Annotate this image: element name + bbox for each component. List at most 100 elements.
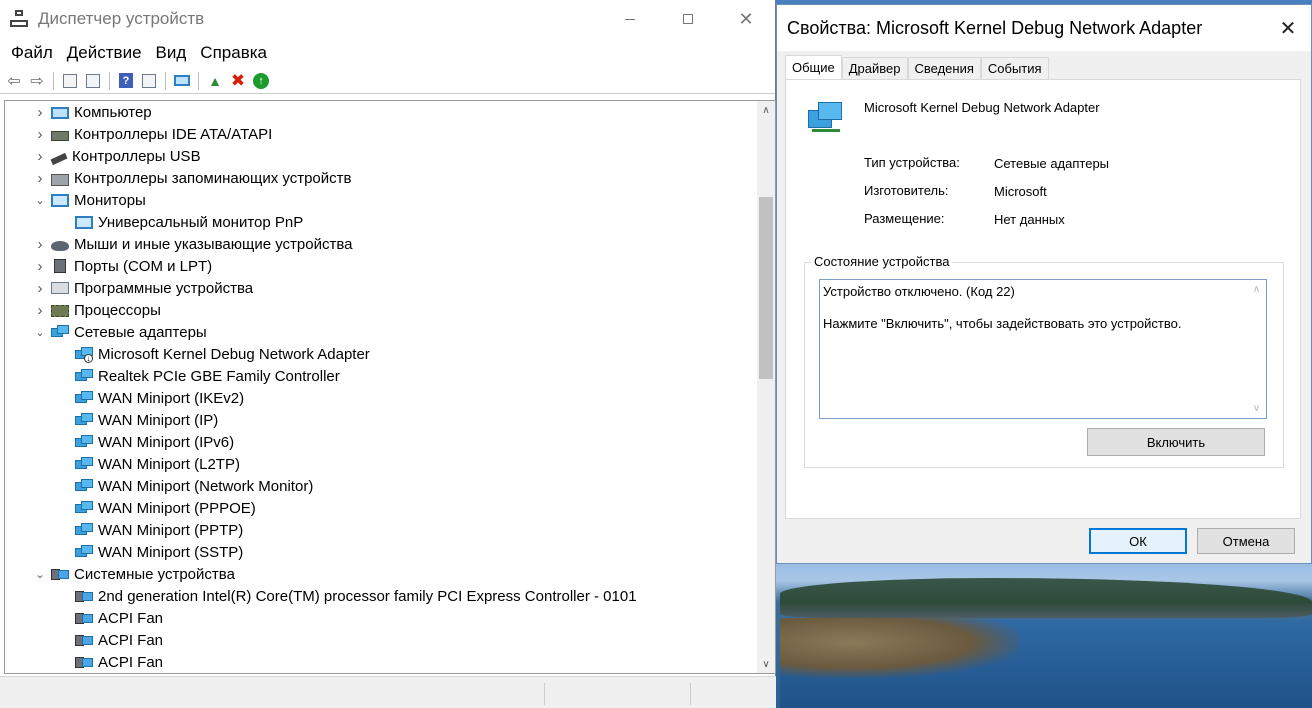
tree-device[interactable]: ACPI Fan <box>5 651 757 673</box>
enable-device-button[interactable]: ↑ <box>251 71 271 91</box>
tree-device[interactable]: WAN Miniport (IKEv2) <box>5 387 757 409</box>
chevron-down-icon[interactable]: ⌄ <box>33 567 47 581</box>
device-type-value: Сетевые адаптеры <box>994 156 1110 171</box>
tree-category[interactable]: ⌄ Системные устройства <box>5 563 757 585</box>
tree-category[interactable]: ⌄ Сетевые адаптеры <box>5 321 757 343</box>
maximize-button[interactable] <box>659 0 717 38</box>
console-tree-icon <box>63 73 77 88</box>
tree-item-label: 2nd generation Intel(R) Core(TM) process… <box>98 587 637 605</box>
tree-device[interactable]: 2nd generation Intel(R) Core(TM) process… <box>5 585 757 607</box>
view-button[interactable] <box>139 71 159 91</box>
tree-item-label: ACPI Fan <box>98 653 164 671</box>
tree-category[interactable]: › Порты (COM и LPT) <box>5 255 757 277</box>
scroll-thumb[interactable] <box>759 197 773 379</box>
tab-events[interactable]: События <box>980 57 1049 79</box>
tree-device[interactable]: ↓ Microsoft Kernel Debug Network Adapter <box>5 343 757 365</box>
menu-view[interactable]: Вид <box>149 43 194 63</box>
tree-item-label: Порты (COM и LPT) <box>74 257 213 275</box>
tree-device[interactable]: Универсальный монитор PnP <box>5 211 757 233</box>
help-button[interactable]: ? <box>116 71 136 91</box>
ok-button[interactable]: ОК <box>1089 528 1187 554</box>
tree-device[interactable]: WAN Miniport (L2TP) <box>5 453 757 475</box>
software-device-icon <box>51 282 69 294</box>
scroll-down-icon[interactable]: ∨ <box>757 655 775 673</box>
tree-item-label: WAN Miniport (IP) <box>98 411 219 429</box>
tree-device[interactable]: Realtek PCIe GBE Family Controller <box>5 365 757 387</box>
tree-category[interactable]: › Компьютер <box>5 101 757 123</box>
dialog-titlebar[interactable]: Свойства: Microsoft Kernel Debug Network… <box>777 5 1311 51</box>
scroll-up-icon[interactable]: ∧ <box>757 101 775 119</box>
chevron-right-icon[interactable]: › <box>33 170 47 187</box>
tree-category[interactable]: ⌄ Мониторы <box>5 189 757 211</box>
tree-device[interactable]: ACPI Fan <box>5 629 757 651</box>
chevron-right-icon[interactable]: › <box>33 236 47 253</box>
tree-category[interactable]: › Процессоры <box>5 299 757 321</box>
dialog-close-icon[interactable]: ✕ <box>1265 16 1311 41</box>
tree-category[interactable]: › Контроллеры запоминающих устройств <box>5 167 757 189</box>
scroll-up-icon[interactable]: ∧ <box>1248 281 1265 298</box>
minimize-button[interactable] <box>601 0 659 38</box>
chevron-right-icon[interactable]: › <box>33 280 47 297</box>
tree-item-label: Универсальный монитор PnP <box>98 213 304 231</box>
tree-item-label: WAN Miniport (IKEv2) <box>98 389 245 407</box>
tree-item-label: Сетевые адаптеры <box>74 323 207 341</box>
toolbar-separator <box>198 71 199 90</box>
uninstall-device-button[interactable]: ✖ <box>228 71 248 91</box>
forward-button[interactable]: ⇨ <box>27 71 47 91</box>
storage-controller-icon <box>51 173 69 186</box>
chevron-down-icon[interactable]: ⌄ <box>33 325 47 339</box>
chevron-right-icon[interactable]: › <box>33 302 47 319</box>
close-button[interactable]: ✕ <box>717 0 775 38</box>
tree-device[interactable]: WAN Miniport (SSTP) <box>5 541 757 563</box>
minimize-icon <box>625 18 635 20</box>
tree-category[interactable]: › Контроллеры IDE ATA/ATAPI <box>5 123 757 145</box>
chevron-right-icon[interactable]: › <box>33 104 47 121</box>
usb-icon <box>50 152 68 166</box>
tree-item-label: WAN Miniport (PPTP) <box>98 521 244 539</box>
menu-action[interactable]: Действие <box>60 43 149 63</box>
vertical-scrollbar[interactable]: ∧ ∨ <box>757 101 775 673</box>
tree-item-label: WAN Miniport (SSTP) <box>98 543 244 561</box>
scroll-down-icon[interactable]: ∨ <box>1248 400 1265 417</box>
tree-item-label: WAN Miniport (PPPOE) <box>98 499 256 517</box>
menu-file[interactable]: Файл <box>4 43 60 63</box>
monitor-scan-icon <box>174 75 190 86</box>
device-status-textbox[interactable]: Устройство отключено. (Код 22) Нажмите "… <box>819 279 1267 419</box>
show-hide-tree-button[interactable] <box>60 71 80 91</box>
dialog-tabs: Общие Драйвер Сведения События <box>785 55 1049 80</box>
back-button[interactable]: ⇦ <box>4 71 24 91</box>
status-scrollbar[interactable]: ∧ ∨ <box>1248 281 1265 417</box>
device-manager-titlebar[interactable]: Диспетчер устройств ✕ <box>0 0 775 38</box>
menu-help[interactable]: Справка <box>193 43 274 63</box>
wallpaper-rocks <box>780 618 1020 678</box>
chevron-down-icon[interactable]: ⌄ <box>33 193 47 207</box>
tab-general[interactable]: Общие <box>785 55 842 80</box>
tab-driver[interactable]: Драйвер <box>841 57 908 79</box>
tree-item-label: Контроллеры запоминающих устройств <box>74 169 352 187</box>
device-status-label: Состояние устройства <box>811 254 953 269</box>
properties-button[interactable] <box>83 71 103 91</box>
back-arrow-icon: ⇦ <box>7 72 21 90</box>
ide-controller-icon <box>51 131 69 141</box>
chevron-right-icon[interactable]: › <box>33 126 47 143</box>
tree-category[interactable]: › Контроллеры USB <box>5 145 757 167</box>
tree-device[interactable]: ACPI Fan <box>5 607 757 629</box>
tab-details[interactable]: Сведения <box>907 57 981 79</box>
tree-category[interactable]: › Мыши и иные указывающие устройства <box>5 233 757 255</box>
enable-device-button[interactable]: Включить <box>1087 428 1265 456</box>
scan-hardware-button[interactable] <box>172 71 192 91</box>
tree-device[interactable]: WAN Miniport (PPTP) <box>5 519 757 541</box>
tree-device[interactable]: WAN Miniport (IPv6) <box>5 431 757 453</box>
tree-category[interactable]: › Программные устройства <box>5 277 757 299</box>
tree-item-label: Системные устройства <box>74 565 235 583</box>
tree-device[interactable]: WAN Miniport (Network Monitor) <box>5 475 757 497</box>
chevron-right-icon[interactable]: › <box>33 148 47 165</box>
tree-device[interactable]: WAN Miniport (PPPOE) <box>5 497 757 519</box>
chevron-right-icon[interactable]: › <box>33 258 47 275</box>
tree-device[interactable]: WAN Miniport (IP) <box>5 409 757 431</box>
status-line-1: Устройство отключено. (Код 22) <box>823 284 1015 299</box>
view-icon <box>142 73 156 88</box>
location-label: Размещение: <box>864 211 945 226</box>
update-driver-button[interactable]: ▲ <box>205 71 225 91</box>
cancel-button[interactable]: Отмена <box>1197 528 1295 554</box>
